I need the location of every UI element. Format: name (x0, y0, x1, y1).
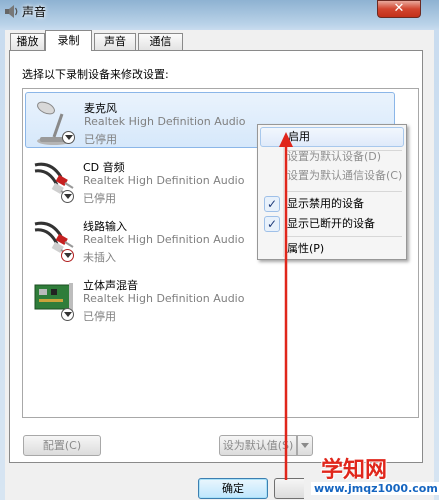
tab-label: 录制 (57, 34, 80, 47)
configure-button[interactable]: 配置(C) (23, 435, 101, 456)
watermark: 学知网 www.jmqz1000.com (299, 452, 439, 500)
close-icon: ✕ (393, 1, 405, 16)
speaker-icon (5, 5, 18, 18)
device-driver: Realtek High Definition Audio (84, 115, 246, 128)
device-status: 已停用 (83, 310, 116, 323)
device-name: 线路输入 (83, 220, 127, 233)
tab-playback[interactable]: 播放 (10, 33, 45, 50)
tab-label: 通信 (149, 35, 172, 48)
device-name: 麦克风 (84, 102, 117, 115)
device-name: CD 音频 (83, 161, 125, 174)
device-driver: Realtek High Definition Audio (83, 292, 245, 305)
tab-label: 声音 (104, 35, 126, 48)
disabled-badge-icon (61, 308, 74, 321)
ok-button[interactable]: 确定 (198, 478, 268, 499)
menu-item-label: 显示已断开的设备 (287, 217, 375, 230)
menu-separator (286, 236, 402, 237)
unplugged-badge-icon (61, 249, 74, 262)
disabled-badge-icon (62, 131, 75, 144)
tab-label: 播放 (16, 35, 39, 48)
title-bar[interactable]: 声音 ✕ (0, 0, 439, 24)
disabled-badge-icon (61, 190, 74, 203)
device-item-stereo-mix[interactable]: 立体声混音 Realtek High Definition Audio 已停用 (25, 270, 395, 326)
tab-communications[interactable]: 通信 (138, 33, 183, 50)
menu-item-label: 显示禁用的设备 (287, 197, 364, 210)
close-button[interactable]: ✕ (377, 0, 421, 18)
tab-sounds[interactable]: 声音 (94, 33, 136, 50)
instruction-text: 选择以下录制设备来修改设置: (22, 68, 169, 81)
device-status: 已停用 (83, 192, 116, 205)
device-status: 未插入 (83, 251, 116, 264)
device-driver: Realtek High Definition Audio (83, 233, 245, 246)
device-name: 立体声混音 (83, 279, 138, 292)
watermark-url: www.jmqz1000.com (311, 482, 439, 495)
window-title: 声音 (22, 5, 47, 19)
device-driver: Realtek High Definition Audio (83, 174, 245, 187)
watermark-logo: 学知网 (321, 458, 388, 483)
tab-recording[interactable]: 录制 (45, 30, 92, 51)
annotation-arrow-icon (279, 132, 293, 480)
chevron-down-icon (301, 443, 309, 448)
menu-separator (286, 191, 402, 192)
device-status: 已停用 (84, 133, 117, 146)
